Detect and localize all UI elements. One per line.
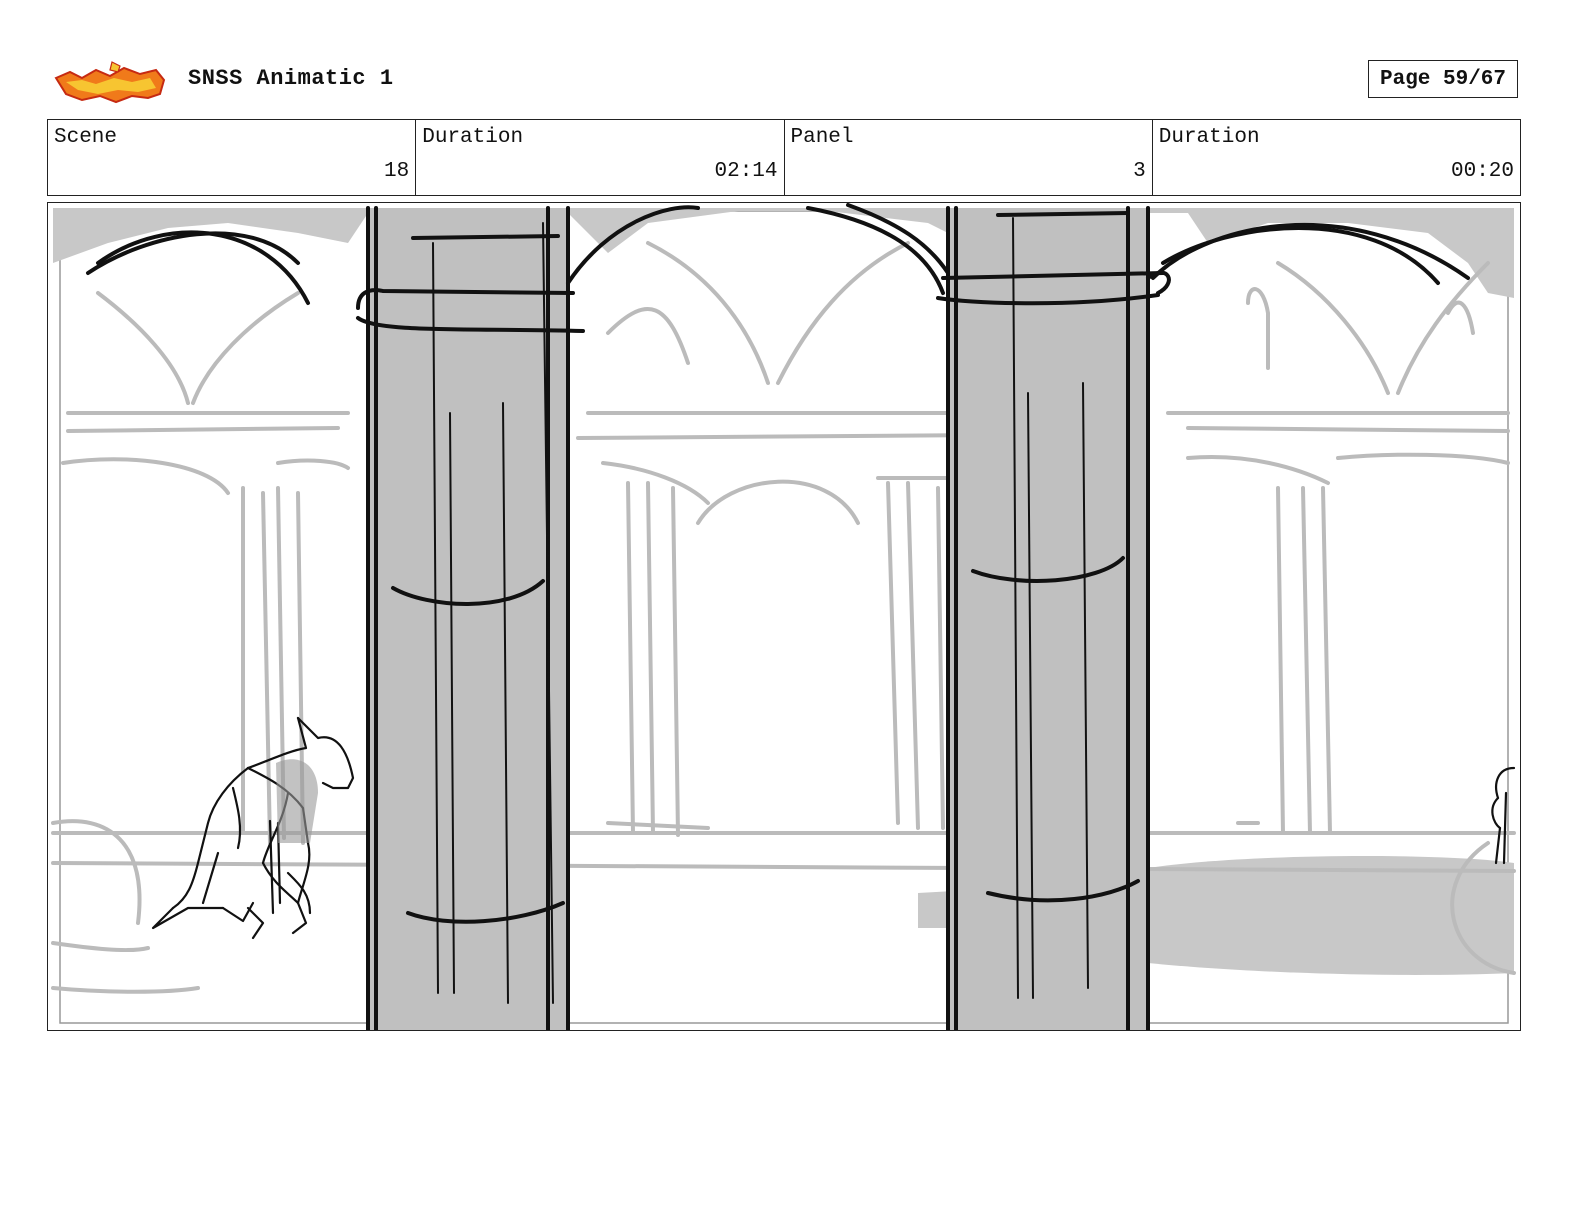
duration-value: 02:14 (714, 160, 778, 183)
panel-duration-label: Duration (1158, 126, 1260, 149)
document-title: SNSS Animatic 1 (188, 66, 394, 91)
duration-label: Duration (422, 126, 524, 149)
panel-duration-cell: Duration 00:20 (1153, 120, 1520, 195)
panel-cell: Panel 3 (785, 120, 1153, 195)
logo (52, 60, 168, 106)
storyboard-panel (47, 202, 1521, 1031)
scene-label: Scene (54, 126, 118, 149)
page-number: Page 59/67 (1368, 60, 1518, 98)
info-table: Scene 18 Duration 02:14 Panel 3 Duration… (47, 119, 1521, 196)
panel-duration-value: 00:20 (1450, 160, 1514, 183)
panel-label: Panel (790, 126, 854, 149)
panel-sketch (51, 203, 1516, 1030)
scene-cell: Scene 18 (48, 120, 417, 195)
scene-value: 18 (384, 160, 410, 183)
panel-value: 3 (1133, 160, 1146, 183)
duration-cell: Duration 02:14 (416, 120, 785, 195)
